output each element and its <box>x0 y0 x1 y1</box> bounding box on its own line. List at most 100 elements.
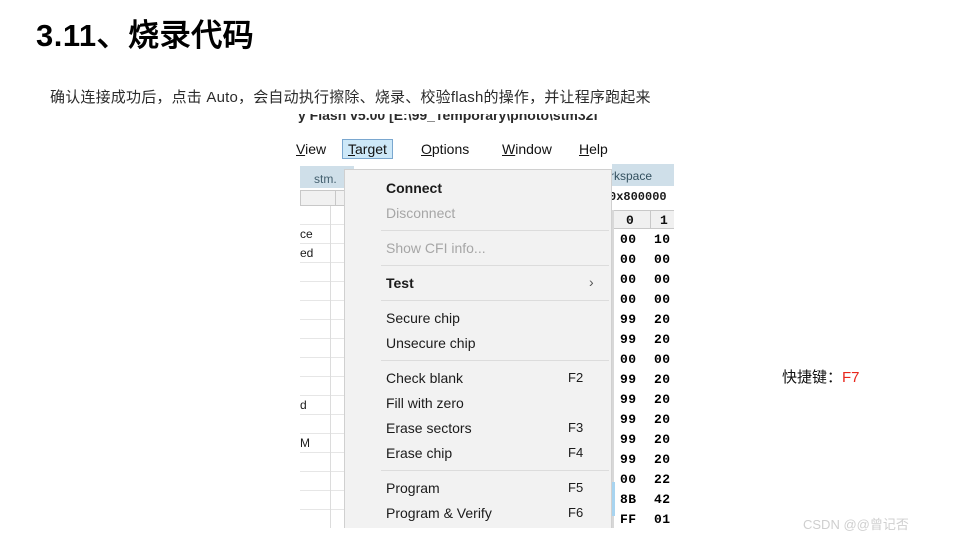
menu-item-connect[interactable]: Connect <box>346 176 611 201</box>
menu-item-secure-chip[interactable]: Secure chip <box>346 306 611 331</box>
hex-byte: 42 <box>654 492 671 507</box>
hex-byte: 00 <box>620 472 637 487</box>
hex-byte: 00 <box>654 352 671 367</box>
menu-item-label: Erase chip <box>386 445 453 461</box>
menubar-item-view-label: iew <box>305 141 327 157</box>
row-divider <box>330 263 331 282</box>
app-menu-bar: View Target Options Window Help <box>296 136 674 162</box>
hex-row[interactable]: 99 20 <box>612 430 674 450</box>
menubar-item-options[interactable]: Options <box>415 139 475 159</box>
menubar-item-target[interactable]: Target <box>342 139 393 159</box>
hex-panel-header: rkspace <box>612 164 674 186</box>
row-divider <box>330 377 331 396</box>
hex-row[interactable]: 00 00 <box>612 250 674 270</box>
menu-item-label: Test <box>386 275 414 291</box>
menu-item-check-blank[interactable]: Check blank F2 <box>346 366 611 391</box>
menubar-item-help-label: elp <box>589 141 608 157</box>
row-divider <box>330 339 331 358</box>
hex-row[interactable]: 00 22 <box>612 470 674 490</box>
menu-item-test[interactable]: Test › <box>346 271 611 296</box>
chevron-right-icon: › <box>589 274 594 290</box>
hex-byte: 20 <box>654 452 671 467</box>
hex-row[interactable]: 00 10 <box>612 230 674 250</box>
menubar-item-help[interactable]: Help <box>573 139 614 159</box>
menubar-item-view[interactable]: View <box>296 139 332 159</box>
hex-byte: 00 <box>654 292 671 307</box>
menu-item-label: Disconnect <box>386 205 456 221</box>
hex-byte: 20 <box>654 372 671 387</box>
menu-item-unsecure-chip[interactable]: Unsecure chip <box>346 331 611 356</box>
hex-byte: 8B <box>620 492 637 507</box>
row-divider <box>330 453 331 472</box>
watermark: CSDN @@曾记否 <box>803 517 909 532</box>
column-divider <box>335 191 336 205</box>
hex-byte: 99 <box>620 412 637 427</box>
hex-byte: 00 <box>620 352 637 367</box>
menu-item-program-verify[interactable]: Program & Verify F6 <box>346 501 611 526</box>
left-panel-row-label: M <box>300 436 310 450</box>
row-divider <box>330 358 331 377</box>
hex-byte: 20 <box>654 432 671 447</box>
hex-byte: 01 <box>654 512 671 527</box>
app-title-text: y Flash v5.00 [E:\99_Temporary\photo\stm… <box>298 114 599 123</box>
hex-byte: 00 <box>620 232 637 247</box>
hex-panel-address: 0x800000 <box>612 190 667 204</box>
row-divider <box>330 282 331 301</box>
hex-byte: 99 <box>620 372 637 387</box>
left-panel-row-label: ed <box>300 246 314 260</box>
menu-item-program[interactable]: Program F5 <box>346 476 611 501</box>
embedded-app-screenshot: y Flash v5.00 [E:\99_Temporary\photo\stm… <box>296 114 674 540</box>
left-panel-row-label: d <box>300 398 307 412</box>
hex-dump-panel: rkspace 0x800000 0 1 00 10 00 00 00 00 00 00 99 2… <box>612 162 674 540</box>
hex-byte: 00 <box>620 252 637 267</box>
row-divider <box>330 320 331 339</box>
hex-byte: 99 <box>620 452 637 467</box>
hex-row[interactable]: 8B 42 <box>612 490 674 510</box>
menubar-item-window[interactable]: Window <box>496 139 558 159</box>
hex-column-header-0: 0 <box>626 213 634 228</box>
hex-byte: 20 <box>654 332 671 347</box>
menu-item-label: Fill with zero <box>386 395 464 411</box>
hex-row[interactable]: 00 00 <box>612 290 674 310</box>
hex-byte: FF <box>620 512 637 527</box>
menubar-item-options-label: ptions <box>431 141 470 157</box>
row-divider <box>330 491 331 510</box>
menu-item-label: Connect <box>386 180 442 196</box>
hex-byte: 00 <box>654 252 671 267</box>
hex-byte: 00 <box>654 272 671 287</box>
menu-item-shortcut: F5 <box>568 480 584 495</box>
hex-row[interactable]: 99 20 <box>612 390 674 410</box>
row-divider <box>330 225 331 244</box>
hotkey-annotation: 快捷键：F7 <box>782 366 860 387</box>
hex-byte: 10 <box>654 232 671 247</box>
hex-byte: 99 <box>620 312 637 327</box>
menu-separator <box>381 265 609 266</box>
hex-byte: 99 <box>620 432 637 447</box>
row-divider <box>330 301 331 320</box>
menu-item-fill-with-zero[interactable]: Fill with zero <box>346 391 611 416</box>
hex-row[interactable]: 99 20 <box>612 310 674 330</box>
hex-row[interactable]: 00 00 <box>612 350 674 370</box>
hex-byte: 22 <box>654 472 671 487</box>
hex-row[interactable]: 99 20 <box>612 330 674 350</box>
menu-item-shortcut: F4 <box>568 445 584 460</box>
menu-item-label: Show CFI info... <box>386 240 486 256</box>
hex-row[interactable]: 00 00 <box>612 270 674 290</box>
hotkey-annotation-key: F7 <box>842 369 860 386</box>
hex-column-divider <box>650 211 651 228</box>
hex-row[interactable]: 99 20 <box>612 450 674 470</box>
menu-item-disconnect: Disconnect <box>346 201 611 226</box>
left-panel-row-label: ce <box>300 227 313 241</box>
menu-item-label: Unsecure chip <box>386 335 476 351</box>
hex-row[interactable]: FF 01 <box>612 510 674 530</box>
menu-separator <box>381 300 609 301</box>
row-divider <box>330 206 331 225</box>
hex-panel-header-label: rkspace <box>612 169 653 183</box>
hotkey-annotation-label: 快捷键： <box>782 369 843 386</box>
hex-row[interactable]: 99 20 <box>612 370 674 390</box>
row-divider <box>330 472 331 491</box>
target-dropdown-menu: Connect Disconnect Show CFI info... Test › Se… <box>344 169 612 540</box>
hex-row[interactable]: 99 20 <box>612 410 674 430</box>
menu-item-erase-chip[interactable]: Erase chip F4 <box>346 441 611 466</box>
menu-item-erase-sectors[interactable]: Erase sectors F3 <box>346 416 611 441</box>
